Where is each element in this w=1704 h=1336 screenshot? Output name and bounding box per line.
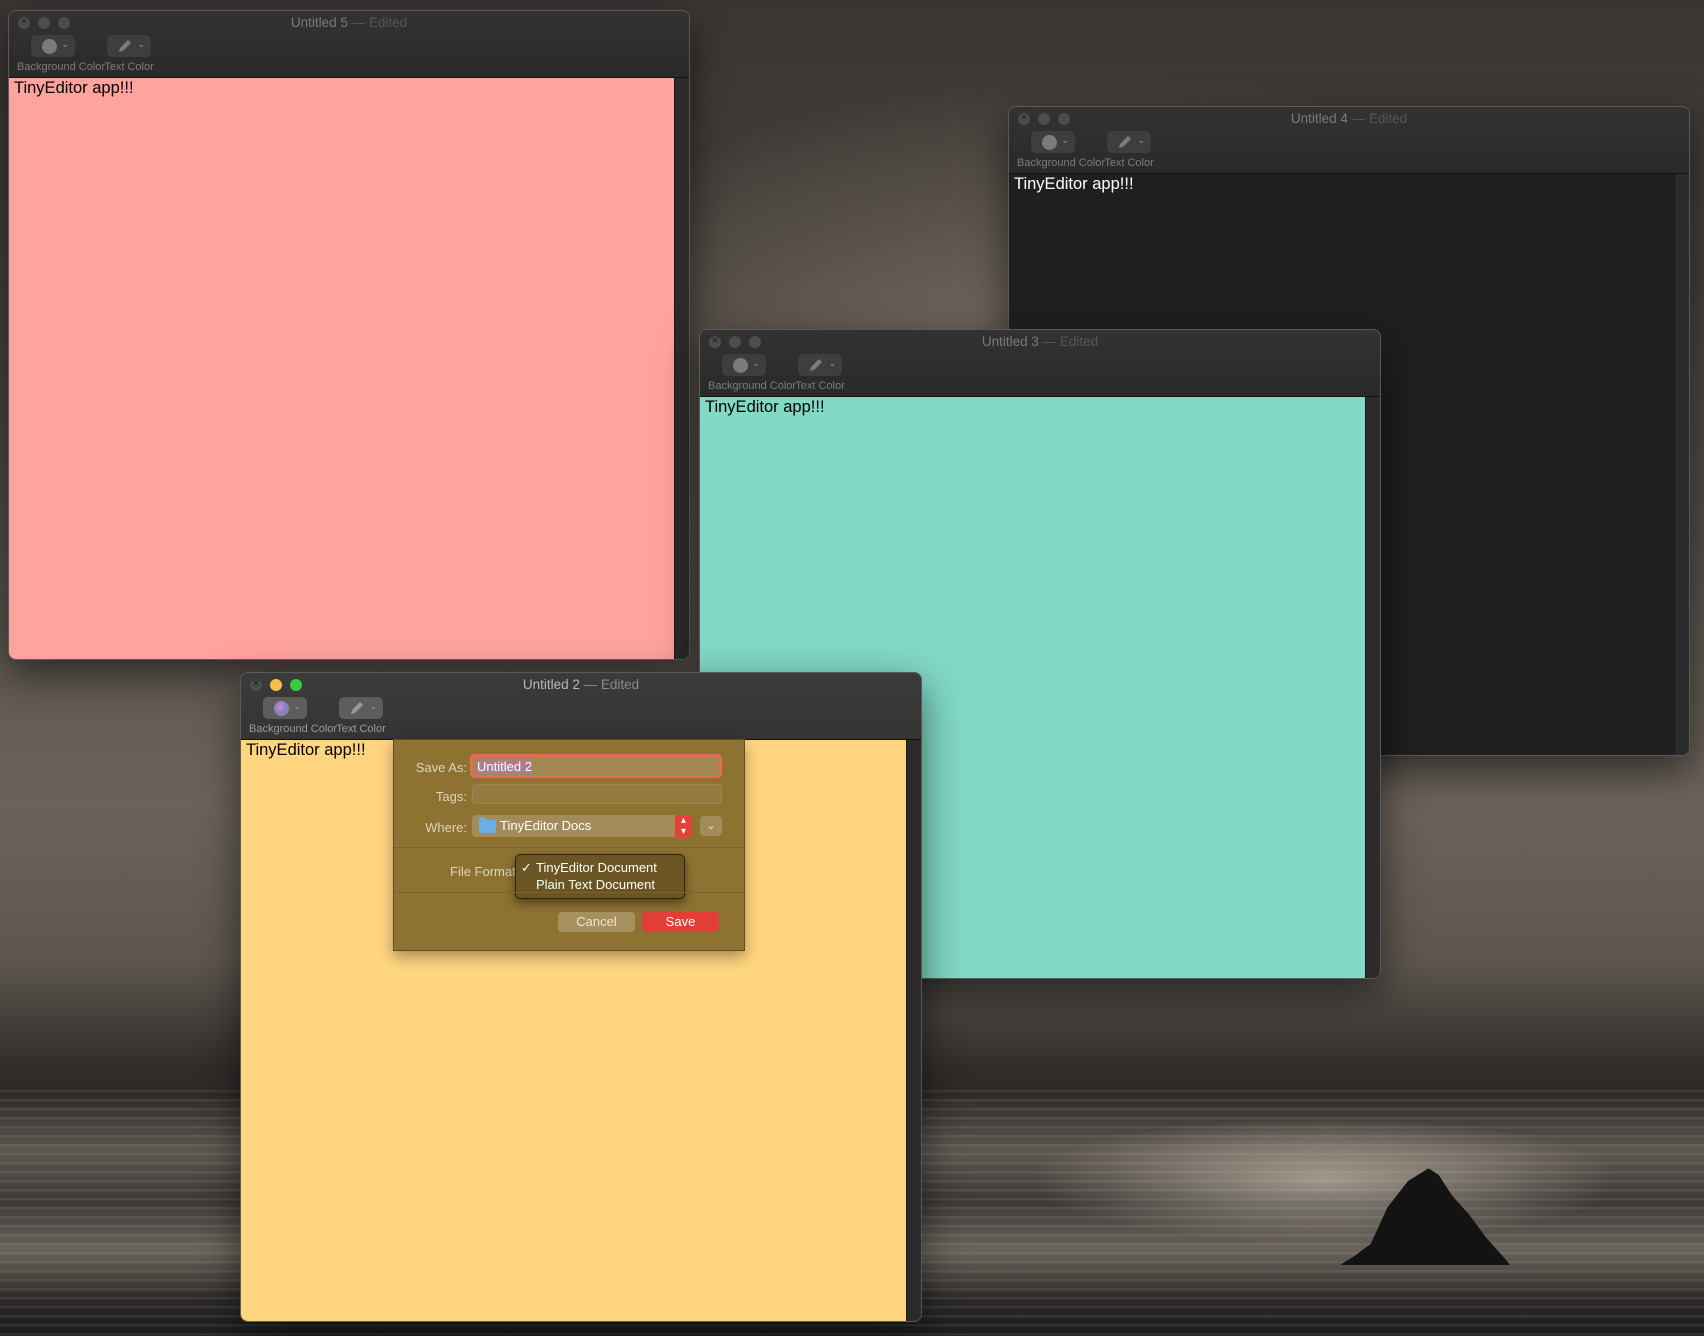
tags-field[interactable]	[472, 784, 722, 804]
chevron-down-icon: ⌄	[369, 701, 377, 711]
checkmark-icon: ✓	[521, 860, 532, 875]
text-color-button[interactable]: ⌄	[339, 697, 383, 719]
background-color-button[interactable]: ⌄	[31, 35, 75, 57]
background-color-label: Background Color	[708, 380, 797, 392]
file-format-row: File Format: ✓ TinyEditor Document Plain…	[394, 854, 744, 899]
menu-item-tinyeditor-document[interactable]: ✓ TinyEditor Document	[516, 860, 684, 875]
background-color-button[interactable]: ⌄	[1031, 131, 1075, 153]
toolbar: ⌄ Background Color ⌄ Text Color	[1017, 131, 1161, 169]
text-color-label: Text Color	[1104, 157, 1154, 169]
background-color-tool[interactable]: ⌄ Background Color	[17, 35, 106, 73]
background-color-label: Background Color	[17, 61, 106, 73]
chevron-down-icon: ⌄	[293, 701, 301, 711]
background-color-button[interactable]: ⌄	[263, 697, 307, 719]
chevron-down-icon: ⌄	[137, 39, 145, 49]
edited-indicator: — Edited	[583, 677, 640, 692]
text-color-button[interactable]: ⌄	[798, 354, 842, 376]
background-color-tool[interactable]: ⌄ Background Color	[708, 354, 797, 392]
divider	[394, 892, 744, 893]
save-as-field[interactable]: Untitled 2	[470, 754, 722, 778]
text-color-tool[interactable]: ⌄ Text Color	[329, 697, 393, 735]
up-down-stepper-icon: ▴ ▾	[675, 815, 692, 837]
vertical-scrollbar[interactable]	[906, 740, 921, 1321]
chevron-down-icon: ⌄	[1137, 135, 1145, 145]
folder-icon	[479, 817, 496, 833]
color-wheel-icon	[1041, 134, 1057, 150]
toolbar: ⌄ Background Color ⌄ Text Color	[17, 35, 161, 73]
window-title: Untitled 4 — Edited	[1009, 111, 1689, 126]
window-title-text: Untitled 2	[522, 677, 580, 692]
cancel-button[interactable]: Cancel	[558, 912, 635, 932]
window-title-text: Untitled 4	[1290, 111, 1348, 126]
where-row: Where: TinyEditor Docs ▴ ▾ ⌄	[394, 815, 744, 842]
chevron-down-icon: ⌄	[1061, 135, 1069, 145]
edited-indicator: — Edited	[1351, 111, 1408, 126]
document-content[interactable]: TinyEditor app!!!	[9, 78, 675, 659]
color-wheel-icon	[732, 357, 748, 373]
window-title: Untitled 3 — Edited	[700, 334, 1380, 349]
document-text[interactable]: TinyEditor app!!!	[705, 398, 825, 417]
pencil-icon	[1119, 136, 1131, 148]
background-color-label: Background Color	[249, 723, 338, 735]
chevron-down-icon: ⌄	[828, 358, 836, 368]
divider	[394, 847, 744, 848]
expand-dialog-button[interactable]: ⌄	[700, 816, 722, 836]
text-color-label: Text Color	[104, 61, 154, 73]
document-text[interactable]: TinyEditor app!!!	[1014, 175, 1134, 194]
background-color-button[interactable]: ⌄	[722, 354, 766, 376]
text-color-label: Text Color	[795, 380, 845, 392]
desktop-wallpaper-glow	[860, 1100, 1704, 1300]
background-color-label: Background Color	[1017, 157, 1106, 169]
window-untitled-2[interactable]: Untitled 2 — Edited ⌄ Background Color ⌄…	[240, 672, 922, 1322]
menu-item-plain-text-document[interactable]: Plain Text Document	[516, 877, 684, 892]
text-color-label: Text Color	[336, 723, 386, 735]
window-title: Untitled 2 — Edited	[241, 677, 921, 692]
text-color-tool[interactable]: ⌄ Text Color	[97, 35, 161, 73]
vertical-scrollbar[interactable]	[1365, 397, 1380, 978]
pencil-icon	[351, 702, 363, 714]
text-color-button[interactable]: ⌄	[107, 35, 151, 57]
background-color-tool[interactable]: ⌄ Background Color	[249, 697, 338, 735]
save-as-label: Save As:	[415, 760, 467, 775]
pencil-icon	[119, 40, 131, 52]
window-untitled-5[interactable]: Untitled 5 — Edited ⌄ Background Color ⌄…	[8, 10, 690, 660]
save-dialog: Save As: Untitled 2 Tags: Where: TinyEdi…	[393, 739, 745, 951]
vertical-scrollbar[interactable]	[674, 78, 689, 659]
where-value: TinyEditor Docs	[500, 818, 592, 833]
save-as-row: Save As: Untitled 2	[394, 754, 744, 780]
window-title-text: Untitled 5	[290, 15, 348, 30]
chevron-down-icon: ⌄	[752, 358, 760, 368]
chevron-down-icon: ⌄	[61, 39, 69, 49]
titlebar[interactable]: Untitled 5 — Edited ⌄ Background Color ⌄…	[9, 11, 689, 78]
color-wheel-icon	[273, 700, 289, 716]
tags-row: Tags:	[394, 784, 744, 809]
document-text[interactable]: TinyEditor app!!!	[14, 79, 134, 98]
titlebar[interactable]: Untitled 3 — Edited ⌄ Background Color ⌄…	[700, 330, 1380, 397]
background-color-tool[interactable]: ⌄ Background Color	[1017, 131, 1106, 169]
toolbar: ⌄ Background Color ⌄ Text Color	[708, 354, 852, 392]
text-color-tool[interactable]: ⌄ Text Color	[788, 354, 852, 392]
text-color-tool[interactable]: ⌄ Text Color	[1097, 131, 1161, 169]
where-label: Where:	[425, 820, 467, 835]
vertical-scrollbar[interactable]	[1674, 174, 1689, 755]
save-button[interactable]: Save	[642, 912, 719, 932]
edited-indicator: — Edited	[1042, 334, 1099, 349]
where-popup[interactable]: TinyEditor Docs ▴ ▾	[472, 815, 692, 837]
tags-label: Tags:	[435, 789, 467, 804]
window-title: Untitled 5 — Edited	[9, 15, 689, 30]
window-title-text: Untitled 3	[981, 334, 1039, 349]
titlebar[interactable]: Untitled 2 — Edited ⌄ Background Color ⌄…	[241, 673, 921, 740]
document-text[interactable]: TinyEditor app!!!	[246, 741, 366, 760]
menu-item-label: Plain Text Document	[536, 877, 655, 892]
pencil-icon	[810, 359, 822, 371]
save-as-value[interactable]: Untitled 2	[477, 759, 532, 774]
titlebar[interactable]: Untitled 4 — Edited ⌄ Background Color ⌄…	[1009, 107, 1689, 174]
color-wheel-icon	[41, 38, 57, 54]
edited-indicator: — Edited	[351, 15, 408, 30]
toolbar: ⌄ Background Color ⌄ Text Color	[249, 697, 393, 735]
text-color-button[interactable]: ⌄	[1107, 131, 1151, 153]
menu-item-label: TinyEditor Document	[536, 860, 657, 875]
